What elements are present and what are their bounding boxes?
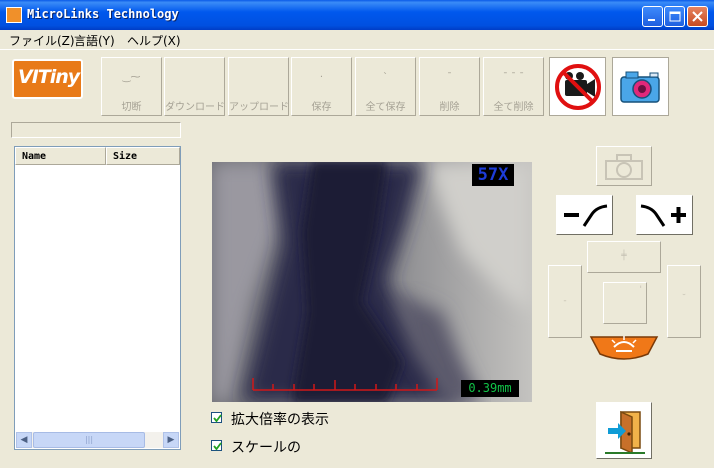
save-icon: · [319, 72, 324, 83]
delete-all-label: 全て削除 [493, 102, 534, 113]
move-right-button[interactable]: ˘ [667, 265, 701, 338]
menu-language[interactable]: 言語(Y) [74, 32, 115, 49]
save-all-label: 全て保存 [365, 102, 406, 113]
scroll-right-icon[interactable]: ▶ [163, 432, 179, 448]
move-down-button[interactable]: ' [603, 282, 647, 324]
scroll-thumb[interactable]: ||| [33, 432, 145, 448]
save-button[interactable]: · 保存 [291, 57, 352, 116]
download-button[interactable]: ダウンロード [164, 57, 225, 116]
column-header-size[interactable]: Size [106, 147, 180, 165]
delete-all-button[interactable]: ˉ ˉ ˉ 全て削除 [483, 57, 544, 116]
snapshot-button[interactable] [596, 146, 652, 186]
horizontal-scrollbar[interactable]: ◀ ||| ▶ [16, 432, 179, 448]
camera-preview [212, 162, 532, 402]
scale-readout: 0.39mm [461, 380, 519, 397]
delete-button[interactable]: ˉ 削除 [419, 57, 480, 116]
video-off-button[interactable] [549, 57, 606, 116]
video-off-icon [555, 64, 601, 110]
app-window: MicroLinks Technology ファイル(Z) 言語(Y) ヘルプ(… [0, 0, 714, 468]
upload-label: アップロード [229, 102, 289, 113]
save-all-button[interactable]: ` 全て保存 [355, 57, 416, 116]
move-up-button[interactable]: ╪ [587, 241, 661, 273]
scale-ruler [252, 378, 438, 391]
file-list[interactable]: Name Size ◀ ||| ▶ [14, 146, 181, 450]
zoom-in-icon [640, 204, 686, 227]
title-bar[interactable]: MicroLinks Technology [0, 0, 714, 30]
check-icon [213, 442, 222, 451]
show-magnification-label: 拡大倍率の表示 [231, 412, 329, 428]
download-label: ダウンロード [165, 102, 225, 113]
zoom-out-icon [564, 204, 608, 227]
move-down-icon: ' [639, 285, 642, 295]
magnification-readout: 57X [472, 164, 514, 186]
menu-bar: ファイル(Z) 言語(Y) ヘルプ(X) [0, 30, 714, 49]
close-button[interactable] [687, 6, 708, 27]
logo-text: VITiny [18, 66, 80, 88]
move-up-icon: ╪ [621, 251, 627, 261]
exit-button[interactable] [596, 402, 652, 459]
column-header-name[interactable]: Name [15, 147, 106, 165]
disconnect-button[interactable]: ‿⁓ 切断 [101, 57, 162, 116]
disconnect-label: 切断 [121, 102, 142, 113]
maximize-button[interactable] [664, 6, 685, 27]
minimize-icon [648, 19, 655, 21]
zoom-in-button[interactable] [636, 195, 693, 235]
delete-label: 削除 [439, 102, 460, 113]
camera-outline-icon [605, 154, 643, 180]
app-icon [6, 7, 22, 23]
minimize-button[interactable] [642, 6, 663, 27]
progress-bar [11, 122, 181, 138]
check-icon [213, 414, 222, 423]
menu-help[interactable]: ヘルプ(X) [127, 32, 181, 49]
move-right-icon: ˘ [681, 294, 687, 304]
window-title: MicroLinks Technology [27, 7, 179, 21]
capture-button[interactable] [612, 57, 669, 116]
light-button[interactable] [588, 330, 660, 362]
menu-file[interactable]: ファイル(Z) [9, 32, 75, 49]
save-all-icon: ` [383, 72, 388, 83]
delete-all-icon: ˉ ˉ ˉ [502, 72, 525, 83]
scroll-grip: ||| [84, 435, 94, 444]
show-magnification-checkbox[interactable] [211, 412, 222, 423]
close-icon [692, 11, 703, 22]
maximize-icon [669, 11, 681, 22]
upload-button[interactable]: アップロード [228, 57, 289, 116]
zoom-out-button[interactable] [556, 195, 613, 235]
disconnect-icon: ‿⁓ [122, 72, 141, 83]
show-scale-checkbox[interactable] [211, 440, 222, 451]
exit-door-icon [605, 410, 645, 455]
move-left-icon: - [563, 296, 567, 306]
led-light-icon [589, 336, 659, 360]
move-left-button[interactable]: - [548, 265, 582, 338]
show-scale-label: スケールの [231, 440, 301, 456]
camera-icon [620, 71, 660, 103]
brand-logo: VITiny [12, 59, 83, 99]
scroll-left-icon[interactable]: ◀ [16, 432, 32, 448]
delete-icon: ˉ [447, 72, 452, 83]
save-label: 保存 [311, 102, 332, 113]
menu-separator [0, 49, 714, 50]
